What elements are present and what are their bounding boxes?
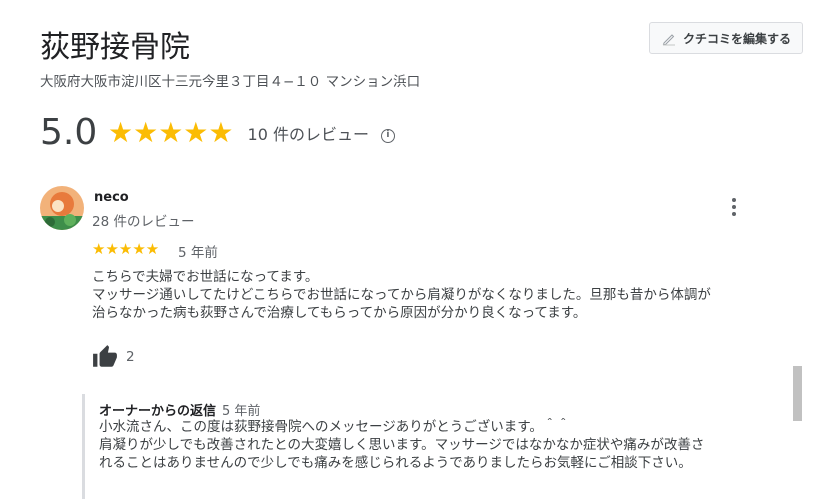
owner-reply-line: 肩凝りが少しでも改善されたとの大変嬉しく思います。マッサージではなかなか症状や痛…: [99, 437, 705, 453]
owner-reply-line: れることはありませんので少しでも痛みを感じられるようでありましたらお気軽にご相談…: [99, 455, 692, 471]
owner-reply-text: 小水流さん、この度は荻野接骨院へのメッセージありがとうございます。＾＾ 肩凝りが…: [99, 418, 779, 472]
more-options-icon[interactable]: [724, 196, 744, 218]
edit-review-button[interactable]: クチコミを編集する: [649, 22, 803, 54]
avatar[interactable]: [40, 186, 84, 230]
place-title: 荻野接骨院: [40, 30, 190, 65]
owner-reply: オーナーからの返信 5 年前 小水流さん、この度は荻野接骨院へのメッセージありがと…: [82, 394, 785, 499]
rating-score: 5.0: [40, 112, 98, 153]
rating-summary: 5.0 ★★★★★ 10 件のレビュー i: [40, 112, 395, 153]
review-line: マッサージ通いしてたけどこちらでお世話になってから肩凝りがなくなりました。旦那も…: [92, 287, 711, 303]
owner-reply-time: 5 年前: [222, 404, 261, 419]
thumbs-up-icon[interactable]: [92, 344, 118, 374]
review-count-link[interactable]: 10 件のレビュー: [248, 121, 369, 145]
pencil-icon: [662, 34, 675, 46]
reviewer-review-count: 28 件のレビュー: [92, 214, 195, 230]
review-stars: ★★★★★: [92, 240, 160, 258]
review-time: 5 年前: [178, 245, 218, 261]
review-line: こちらで夫婦でお世話になってます。: [92, 269, 319, 285]
owner-reply-header: オーナーからの返信 5 年前: [99, 400, 260, 419]
review-line: 治らなかった病も荻野さんで治療してもらってから原因が分かり良くなってます。: [92, 305, 587, 321]
rating-stars: ★★★★★: [108, 116, 234, 149]
avatar-image: [40, 186, 84, 230]
place-address: 大阪府大阪市淀川区十三元今里３丁目４−１０ マンション浜口: [40, 74, 421, 90]
scrollbar-thumb[interactable]: [793, 366, 802, 421]
owner-reply-label: オーナーからの返信: [99, 404, 217, 419]
edit-review-label: クチコミを編集する: [682, 31, 791, 46]
reviewer-name[interactable]: neco: [94, 190, 129, 205]
review-text: こちらで夫婦でお世話になってます。 マッサージ通いしてたけどこちらでお世話になっ…: [92, 268, 782, 322]
info-icon[interactable]: i: [380, 128, 395, 143]
owner-reply-line: 小水流さん、この度は荻野接骨院へのメッセージありがとうございます。＾＾: [99, 419, 570, 435]
like-count: 2: [126, 349, 135, 365]
